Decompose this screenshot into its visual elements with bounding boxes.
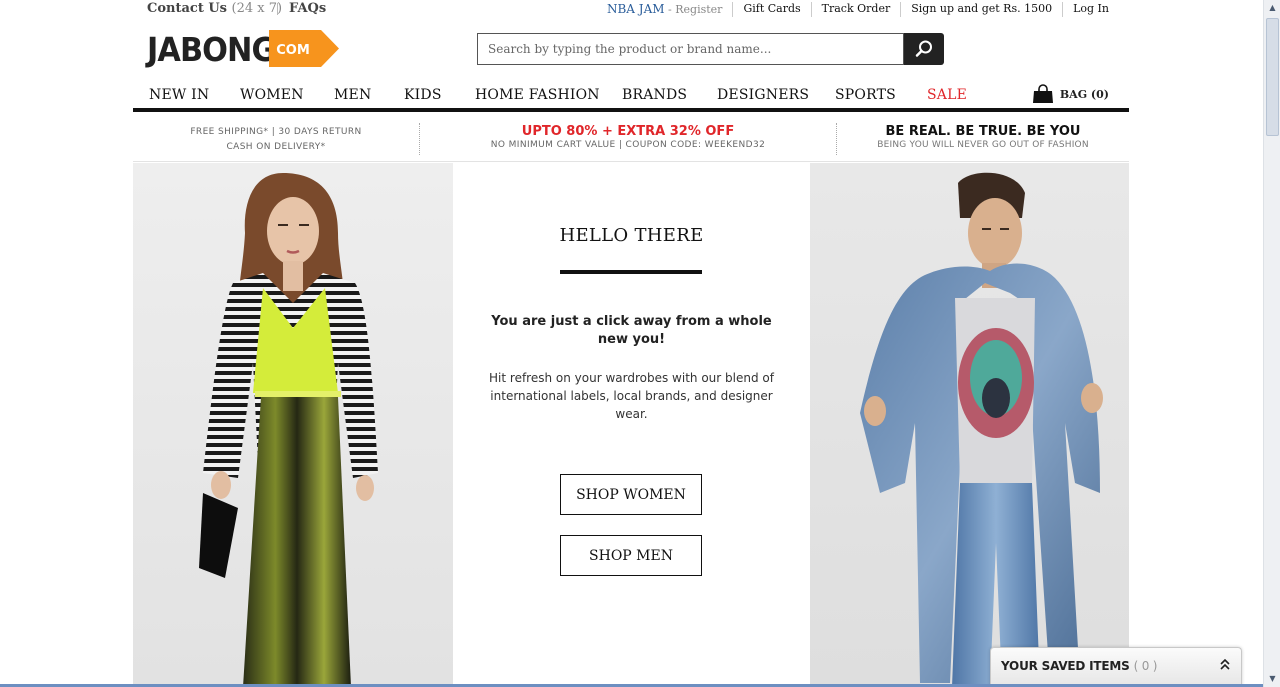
shopping-bag-icon [1032, 84, 1053, 103]
saved-items-label: YOUR SAVED ITEMS ( 0 ) [1001, 659, 1157, 673]
login-link[interactable]: Log In [1062, 2, 1129, 17]
search-icon [915, 40, 932, 57]
shop-women-button[interactable]: SHOP WOMEN [560, 474, 702, 515]
offer-subtext: NO MINIMUM CART VALUE | COUPON CODE: WEE… [490, 140, 766, 150]
nav-brands[interactable]: BRANDS [622, 87, 687, 103]
double-chevron-up-icon[interactable] [1219, 657, 1231, 671]
sale-offer-banner[interactable]: UPTO 80% + EXTRA 32% OFF NO MINIMUM CART… [420, 124, 836, 150]
slogan-subtext: BEING YOU WILL NEVER GO OUT OF FASHION [877, 140, 1089, 150]
main-navigation: NEW IN WOMEN MEN KIDS HOME FASHION BRAND… [133, 84, 1129, 112]
nba-jam-register[interactable]: NBA JAM - Register [597, 2, 732, 17]
contact-us-link[interactable]: Contact Us (24 x 7) [147, 1, 282, 16]
men-hero-image[interactable] [810, 163, 1129, 687]
offer-headline: UPTO 80% + EXTRA 32% OFF [521, 124, 735, 139]
saved-items-text: YOUR SAVED ITEMS [1001, 659, 1130, 673]
contact-us-label: Contact Us [147, 1, 227, 16]
shipping-line-2: CASH ON DELIVERY* [226, 142, 326, 152]
woman-model-illustration [133, 163, 453, 687]
nav-women[interactable]: WOMEN [240, 87, 304, 103]
jabong-logo[interactable]: JABONG COM [147, 29, 339, 69]
man-model-illustration [810, 163, 1129, 687]
promo-strip: FREE SHIPPING* | 30 DAYS RETURN CASH ON … [133, 116, 1129, 162]
logo-com-badge: COM [269, 30, 339, 67]
gift-cards-link[interactable]: Gift Cards [732, 2, 810, 17]
scroll-thumb[interactable] [1266, 18, 1279, 136]
saved-items-count: ( 0 ) [1133, 659, 1158, 673]
welcome-description: Hit refresh on your wardrobes with our b… [489, 371, 774, 421]
nba-jam-link[interactable]: NBA JAM [607, 2, 665, 16]
signup-link[interactable]: Sign up and get Rs. 1500 [900, 2, 1062, 17]
shop-men-button[interactable]: SHOP MEN [560, 535, 702, 576]
shipping-info: FREE SHIPPING* | 30 DAYS RETURN CASH ON … [133, 125, 419, 155]
contact-hours: (24 x 7) [231, 1, 283, 16]
scroll-down-arrow-icon[interactable]: ▼ [1265, 671, 1280, 687]
faqs-link[interactable]: FAQs [289, 1, 326, 16]
account-links: NBA JAM - Register Gift Cards Track Orde… [597, 2, 1129, 17]
shipping-line-1: FREE SHIPPING* | 30 DAYS RETURN [190, 127, 362, 137]
track-order-link[interactable]: Track Order [810, 2, 901, 17]
divider [277, 3, 278, 15]
nav-kids[interactable]: KIDS [404, 87, 442, 103]
bag-label: BAG (0) [1059, 87, 1109, 101]
welcome-title: HELLO THERE [559, 225, 704, 246]
women-hero-image[interactable] [133, 163, 453, 687]
scroll-up-arrow-icon[interactable]: ▲ [1265, 0, 1280, 16]
saved-items-drawer[interactable]: YOUR SAVED ITEMS ( 0 ) [990, 647, 1242, 687]
nav-men[interactable]: MEN [334, 87, 371, 103]
welcome-tagline: You are just a click away from a whole n… [491, 314, 772, 347]
logo-com-text: COM [276, 43, 310, 58]
title-underline [560, 270, 702, 274]
slogan-headline: BE REAL. BE TRUE. BE YOU [885, 124, 1081, 139]
top-utility-bar: Contact Us (24 x 7) FAQs NBA JAM - Regis… [147, 0, 1129, 20]
page-scrollbar[interactable]: ▲ ▼ [1263, 0, 1280, 687]
register-link[interactable]: - Register [668, 3, 722, 16]
search-button[interactable] [904, 33, 944, 65]
slogan-banner: BE REAL. BE TRUE. BE YOU BEING YOU WILL … [837, 124, 1129, 150]
nav-new-in[interactable]: NEW IN [149, 87, 209, 103]
search-bar [477, 33, 944, 65]
nav-sports[interactable]: SPORTS [835, 87, 896, 103]
nav-designers[interactable]: DESIGNERS [717, 87, 809, 103]
welcome-panel: HELLO THERE You are just a click away fr… [453, 163, 810, 687]
logo-wordmark: JABONG [147, 29, 276, 69]
shopping-bag[interactable]: BAG (0) [1032, 84, 1109, 104]
nav-sale[interactable]: SALE [927, 87, 967, 103]
nav-home-fashion[interactable]: HOME FASHION [475, 87, 600, 103]
search-input[interactable] [477, 33, 904, 65]
